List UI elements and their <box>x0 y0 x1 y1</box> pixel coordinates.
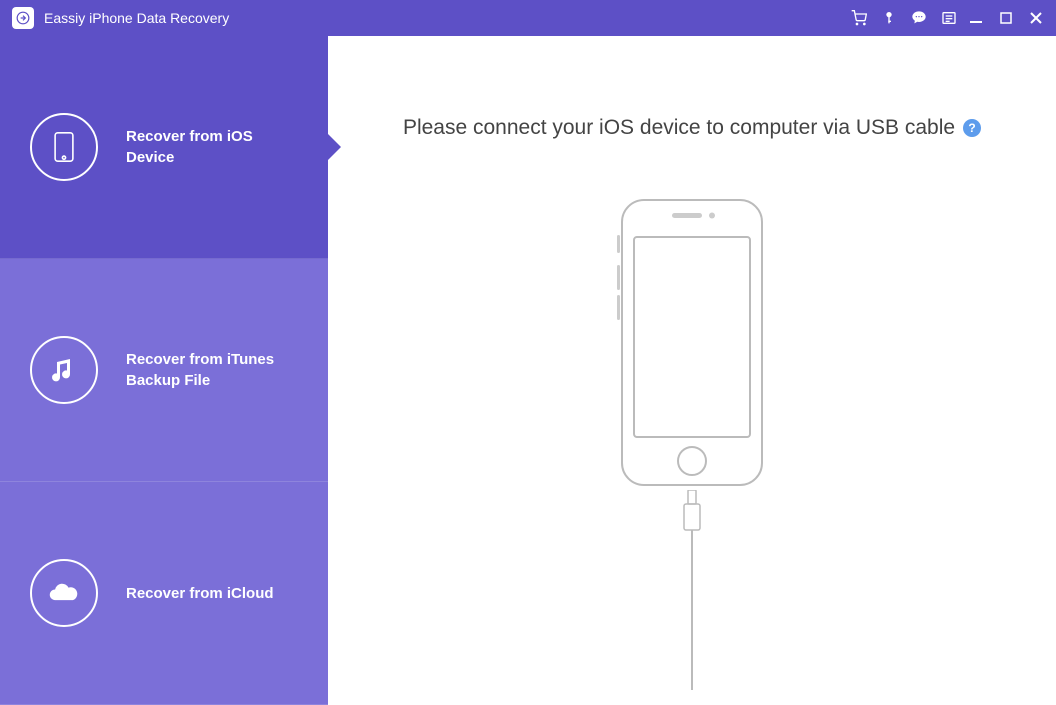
cable-illustration <box>682 490 702 690</box>
heading-text: Please connect your iOS device to comput… <box>403 116 955 140</box>
phone-icon <box>30 113 98 181</box>
device-illustration <box>612 195 772 690</box>
music-icon <box>30 336 98 404</box>
sidebar-item-ios-device[interactable]: Recover from iOS Device <box>0 36 328 259</box>
sidebar: Recover from iOS Device Recover from iTu… <box>0 36 328 705</box>
window-controls <box>968 10 1044 26</box>
cloud-icon <box>30 559 98 627</box>
titlebar: Eassiy iPhone Data Recovery <box>0 0 1056 36</box>
titlebar-actions <box>850 9 958 27</box>
app-title: Eassiy iPhone Data Recovery <box>44 10 229 26</box>
app-logo <box>12 7 34 29</box>
close-button[interactable] <box>1028 10 1044 26</box>
phone-illustration <box>612 195 772 495</box>
menu-icon[interactable] <box>940 9 958 27</box>
help-icon[interactable]: ? <box>963 119 981 137</box>
sidebar-item-label: Recover from iCloud <box>126 583 274 604</box>
sidebar-item-label: Recover from iOS Device <box>126 126 286 168</box>
cart-icon[interactable] <box>850 9 868 27</box>
sidebar-item-itunes-backup[interactable]: Recover from iTunes Backup File <box>0 259 328 482</box>
minimize-button[interactable] <box>968 10 984 26</box>
content-area: Please connect your iOS device to comput… <box>328 36 1056 705</box>
main-container: Recover from iOS Device Recover from iTu… <box>0 36 1056 705</box>
content-heading: Please connect your iOS device to comput… <box>403 116 981 140</box>
key-icon[interactable] <box>880 9 898 27</box>
sidebar-item-icloud[interactable]: Recover from iCloud <box>0 482 328 705</box>
chat-icon[interactable] <box>910 9 928 27</box>
maximize-button[interactable] <box>998 10 1014 26</box>
sidebar-item-label: Recover from iTunes Backup File <box>126 349 286 391</box>
